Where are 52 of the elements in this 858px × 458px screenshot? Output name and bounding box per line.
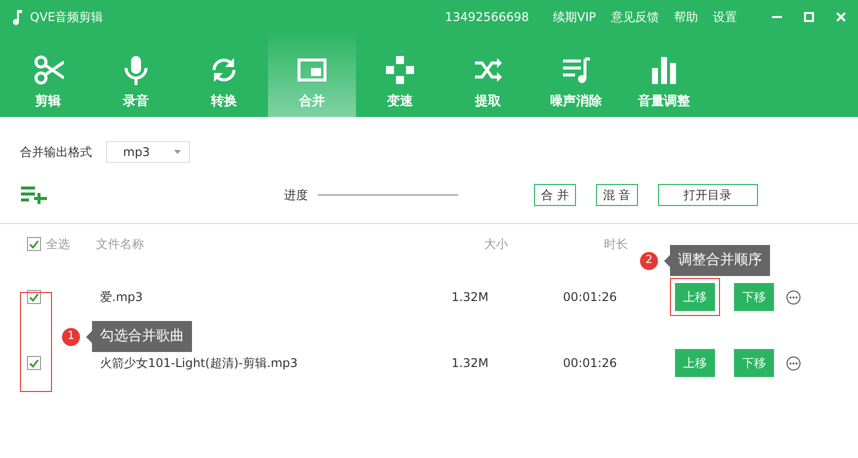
checkbox[interactable] bbox=[27, 237, 41, 251]
checkbox[interactable] bbox=[27, 356, 41, 370]
tooltip: 勾选合并歌曲 bbox=[86, 321, 192, 352]
move-down-button[interactable]: 下移 bbox=[734, 283, 774, 311]
file-name-cell-text: 爱.mp3 bbox=[100, 289, 144, 306]
tooltip: 调整合并顺序 bbox=[664, 245, 770, 276]
menu-link[interactable]: 设置 bbox=[713, 8, 737, 26]
toolbar-tab[interactable]: 音量调整 bbox=[620, 33, 708, 117]
close-icon[interactable] bbox=[836, 12, 846, 22]
duration-cell-text: 00:01:26 bbox=[562, 289, 618, 306]
tooltip-pointer-icon bbox=[664, 254, 670, 266]
more-icon[interactable] bbox=[786, 290, 801, 304]
menu-link[interactable]: 续期VIP bbox=[553, 8, 596, 26]
music-note-icon bbox=[12, 8, 24, 24]
toolbar-tab[interactable]: 录音 bbox=[92, 33, 180, 117]
menu-link[interactable]: 意见反馈 bbox=[611, 8, 659, 26]
account-phone: 13492566698 bbox=[445, 8, 530, 26]
file-name-cell-text: 火箭少女101-Light(超清)-剪辑.mp3 bbox=[100, 355, 299, 372]
column-header: 文件名称 bbox=[96, 236, 145, 253]
progress-label: 进度 bbox=[284, 187, 308, 204]
step-number: 2 bbox=[640, 252, 658, 270]
action-button[interactable]: 打开目录 bbox=[658, 184, 758, 206]
scissors-icon bbox=[32, 54, 64, 86]
dpad-icon bbox=[384, 54, 416, 86]
more-icon[interactable] bbox=[786, 356, 801, 370]
move-up-button[interactable]: 上移 bbox=[675, 283, 715, 311]
add-list-icon[interactable] bbox=[20, 186, 48, 204]
window-title: QVE音频剪辑 bbox=[30, 8, 104, 26]
caret-icon bbox=[174, 150, 181, 154]
toolbar-tab[interactable]: 提取 bbox=[444, 33, 532, 117]
column-header: 大小 bbox=[483, 236, 509, 253]
column-header: 时长 bbox=[603, 236, 629, 253]
move-up-button[interactable]: 上移 bbox=[675, 349, 715, 377]
size-cell-text: 1.32M bbox=[450, 289, 490, 306]
duration-cell-text: 00:01:26 bbox=[562, 355, 618, 372]
action-button[interactable]: 混 音 bbox=[596, 184, 638, 206]
menu-link[interactable]: 帮助 bbox=[674, 8, 698, 26]
move-down-button[interactable]: 下移 bbox=[734, 349, 774, 377]
action-button[interactable]: 合 并 bbox=[534, 184, 576, 206]
toolbar-tab[interactable]: 合并 bbox=[268, 33, 356, 117]
toolbar-tab[interactable]: 转换 bbox=[180, 33, 268, 117]
toolbar-tab[interactable]: 剪辑 bbox=[4, 33, 92, 117]
tooltip-pointer-icon bbox=[86, 330, 92, 342]
select-all-label: 全选 bbox=[46, 236, 70, 253]
toolbar-tab[interactable]: 噪声消除 bbox=[532, 33, 620, 117]
maximize-icon[interactable] bbox=[804, 12, 814, 22]
size-cell-text: 1.32M bbox=[450, 355, 490, 372]
checkbox[interactable] bbox=[27, 290, 41, 304]
step-number: 1 bbox=[62, 328, 80, 346]
format-label: 合并输出格式 bbox=[20, 144, 92, 161]
toolbar-tab[interactable]: 变速 bbox=[356, 33, 444, 117]
format-select[interactable]: mp3 bbox=[106, 141, 190, 163]
